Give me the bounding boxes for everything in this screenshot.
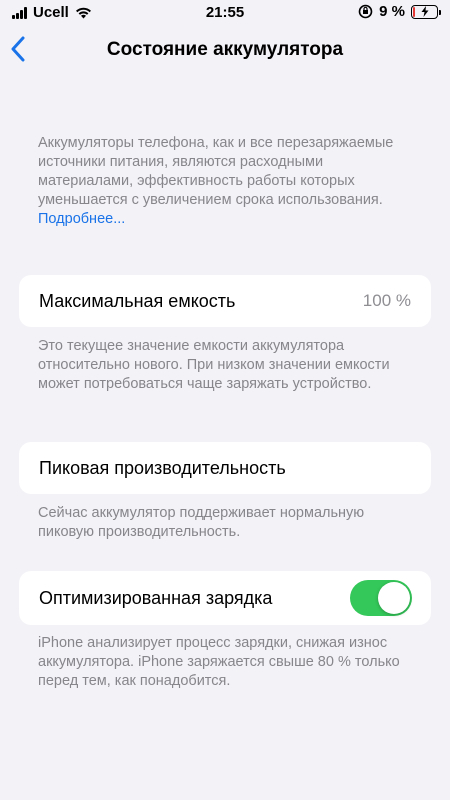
max-capacity-footnote: Это текущее значение емкости аккумулятор… [38, 338, 390, 392]
navigation-bar: Состояние аккумулятора [0, 26, 450, 76]
intro-body: Аккумуляторы телефона, как и все перезар… [38, 135, 394, 208]
max-capacity-label: Максимальная емкость [39, 290, 236, 311]
peak-performance-footnote: Сейчас аккумулятор поддерживает нормальн… [38, 505, 365, 540]
status-right: 9 % [358, 3, 441, 20]
battery-icon [411, 4, 441, 19]
learn-more-link[interactable]: Подробнее... [38, 211, 125, 227]
intro-text: Аккумуляторы телефона, как и все перезар… [38, 134, 418, 229]
page-title: Состояние аккумулятора [106, 39, 344, 60]
status-bar: Ucell 21:55 9 % [0, 0, 450, 26]
peak-performance-row: Пиковая производительность [19, 442, 431, 494]
optimized-charging-toggle[interactable] [350, 580, 412, 616]
battery-level [413, 6, 415, 17]
max-capacity-row: Максимальная емкость 100 % [19, 275, 431, 327]
max-capacity-value: 100 % [362, 291, 411, 310]
optimized-charging-row: Оптимизированная зарядка [19, 571, 431, 625]
battery-percent: 9 % [379, 3, 405, 20]
charging-bolt-icon [421, 6, 428, 17]
optimized-charging-footnote: iPhone анализирует процесс зарядки, сниж… [38, 635, 400, 689]
peak-performance-label: Пиковая производительность [39, 457, 286, 478]
toggle-knob [378, 582, 410, 614]
orientation-lock-icon [358, 4, 373, 19]
